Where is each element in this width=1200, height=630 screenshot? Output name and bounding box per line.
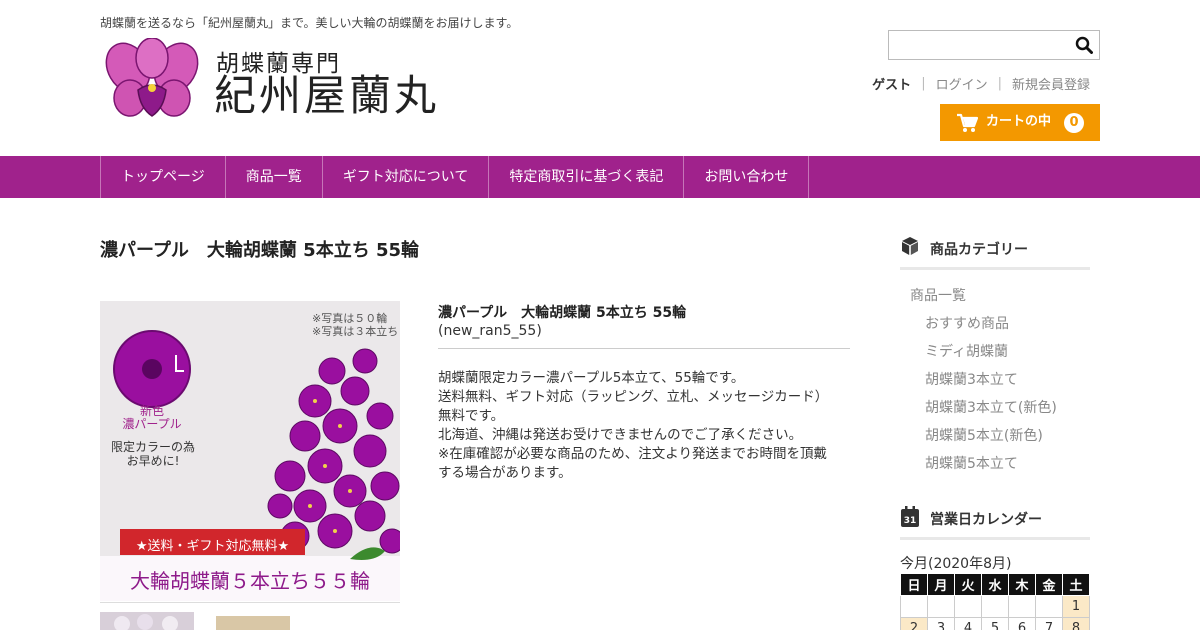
calendar-heading: 31 営業日カレンダー	[900, 506, 1090, 540]
logo-title: 紀州屋蘭丸	[214, 71, 440, 120]
weekday-cell: 土	[1062, 573, 1090, 596]
description-line: 胡蝶蘭限定カラー濃パープル5本立て、55輪です。	[438, 370, 745, 386]
description-line: ※在庫確認が必要な商品のため、注文より発送までお時間を頂戴	[438, 446, 828, 462]
category-item-5stem-new[interactable]: 胡蝶蘭5本立(新色)	[910, 428, 1057, 456]
product-divider	[438, 348, 850, 349]
calendar-day: 6	[1008, 617, 1036, 630]
calendar-week-row: 1	[900, 595, 1090, 618]
calendar-day-holiday: 1	[1062, 595, 1090, 618]
link-separator: |	[921, 76, 926, 91]
category-item-midi[interactable]: ミディ胡蝶蘭	[910, 344, 1057, 372]
calendar-icon: 31	[901, 506, 919, 527]
site-tagline: 胡蝶蘭を送るなら「紀州屋蘭丸」まで。美しい大輪の胡蝶蘭をお届けします。	[100, 16, 519, 30]
nav-item-contact[interactable]: お問い合わせ	[684, 156, 810, 198]
weekday-cell: 月	[927, 573, 955, 596]
image-divider	[100, 602, 400, 603]
link-separator: |	[997, 76, 1002, 91]
calendar-day-holiday: 8	[1062, 617, 1090, 630]
main-navbar: トップページ 商品一覧 ギフト対応について 特定商取引に基づく表記 お問い合わせ	[0, 156, 1200, 198]
category-item-5stem[interactable]: 胡蝶蘭5本立て	[910, 456, 1057, 484]
description-line: 北海道、沖縄は発送お受けできませんのでご了承ください。	[438, 427, 803, 443]
cart-count-badge: 0	[1064, 113, 1084, 133]
category-item-all[interactable]: 商品一覧	[910, 288, 1057, 316]
calendar-day	[954, 595, 982, 618]
free-shipping-ribbon: ★送料・ギフト対応無料★	[135, 539, 290, 554]
photo-note-2: ※写真は３本立ち	[312, 325, 399, 338]
orchid-logo-icon	[105, 37, 199, 117]
description-line: する場合があります。	[438, 465, 572, 481]
cart-label: カートの中	[986, 114, 1052, 129]
category-heading: 商品カテゴリー	[900, 236, 1090, 270]
calendar-heading-title: 営業日カレンダー	[930, 512, 1042, 528]
cart-button[interactable]: カートの中 0	[940, 104, 1100, 141]
cube-icon	[902, 237, 918, 255]
calendar-day	[1035, 595, 1063, 618]
calendar-day: 5	[981, 617, 1009, 630]
weekday-cell: 木	[1008, 573, 1036, 596]
calendar-day	[1008, 595, 1036, 618]
description-line: 無料です。	[438, 408, 505, 424]
category-item-recommended[interactable]: おすすめ商品	[910, 316, 1057, 344]
nav-item-products[interactable]: 商品一覧	[226, 156, 323, 198]
login-link[interactable]: ログイン	[936, 74, 988, 93]
page-title: 濃パープル 大輪胡蝶蘭 5本立ち 55輪	[100, 240, 420, 261]
new-color-badge-line2: 濃パープル	[122, 417, 182, 431]
category-item-3stem-new[interactable]: 胡蝶蘭3本立て(新色)	[910, 400, 1057, 428]
limited-note-line2: お早めに!	[126, 454, 180, 468]
calendar-day: 4	[954, 617, 982, 630]
image-caption: 大輪胡蝶蘭５本立ち５５輪	[130, 569, 370, 593]
product-code: (new_ran5_55)	[438, 323, 542, 339]
weekday-cell: 日	[900, 573, 928, 596]
nav-menu: トップページ 商品一覧 ギフト対応について 特定商取引に基づく表記 お問い合わせ	[100, 156, 810, 198]
product-name: 濃パープル 大輪胡蝶蘭 5本立ち 55輪	[438, 305, 687, 321]
thumbnail-image	[100, 612, 194, 630]
product-main-image[interactable]: ※写真は５０輪 ※写真は３本立ち 新色 濃パープル 限定カラーの為 お早めに! …	[100, 301, 400, 601]
nav-item-top[interactable]: トップページ	[101, 156, 226, 198]
nav-item-legal[interactable]: 特定商取引に基づく表記	[489, 156, 685, 198]
product-description: 胡蝶蘭限定カラー濃パープル5本立て、55輪です。 送料無料、ギフト対応（ラッピン…	[438, 369, 850, 483]
category-item-3stem[interactable]: 胡蝶蘭3本立て	[910, 372, 1057, 400]
cart-icon	[957, 113, 978, 132]
calendar-month-label: 今月(2020年8月)	[900, 556, 1012, 572]
calendar-icon-number: 31	[904, 516, 917, 526]
guest-label: ゲスト	[872, 78, 912, 93]
description-line: 送料無料、ギフト対応（ラッピング、立札、メッセージカード）	[438, 389, 829, 405]
business-calendar: 日 月 火 水 木 金 土 1 2 3 4 5 6 7 8	[900, 573, 1090, 630]
calendar-day: 3	[927, 617, 955, 630]
calendar-day	[927, 595, 955, 618]
site-logo[interactable]: 胡蝶蘭専門 紀州屋蘭丸	[100, 37, 440, 124]
search-box	[888, 30, 1100, 60]
category-heading-title: 商品カテゴリー	[930, 242, 1028, 258]
calendar-day	[900, 595, 928, 618]
product-thumbnail-1[interactable]	[100, 612, 194, 630]
category-list: 商品一覧 おすすめ商品 ミディ胡蝶蘭 胡蝶蘭3本立て 胡蝶蘭3本立て(新色) 胡…	[910, 288, 1057, 484]
weekday-cell: 金	[1035, 573, 1063, 596]
nav-item-gift[interactable]: ギフト対応について	[323, 156, 490, 198]
calendar-weekday-row: 日 月 火 水 木 金 土	[900, 573, 1090, 596]
user-links: ゲスト | ログイン | 新規会員登録	[872, 74, 1090, 93]
calendar-day	[981, 595, 1009, 618]
product-thumbnail-2[interactable]	[202, 612, 296, 630]
weekday-cell: 水	[981, 573, 1009, 596]
thumbnail-image	[216, 616, 290, 630]
search-input[interactable]	[889, 31, 1069, 59]
register-link[interactable]: 新規会員登録	[1012, 74, 1090, 93]
calendar-day-holiday: 2	[900, 617, 928, 630]
weekday-cell: 火	[954, 573, 982, 596]
calendar-week-row: 2 3 4 5 6 7 8	[900, 617, 1090, 630]
calendar-day: 7	[1035, 617, 1063, 630]
search-icon[interactable]	[1075, 36, 1093, 54]
